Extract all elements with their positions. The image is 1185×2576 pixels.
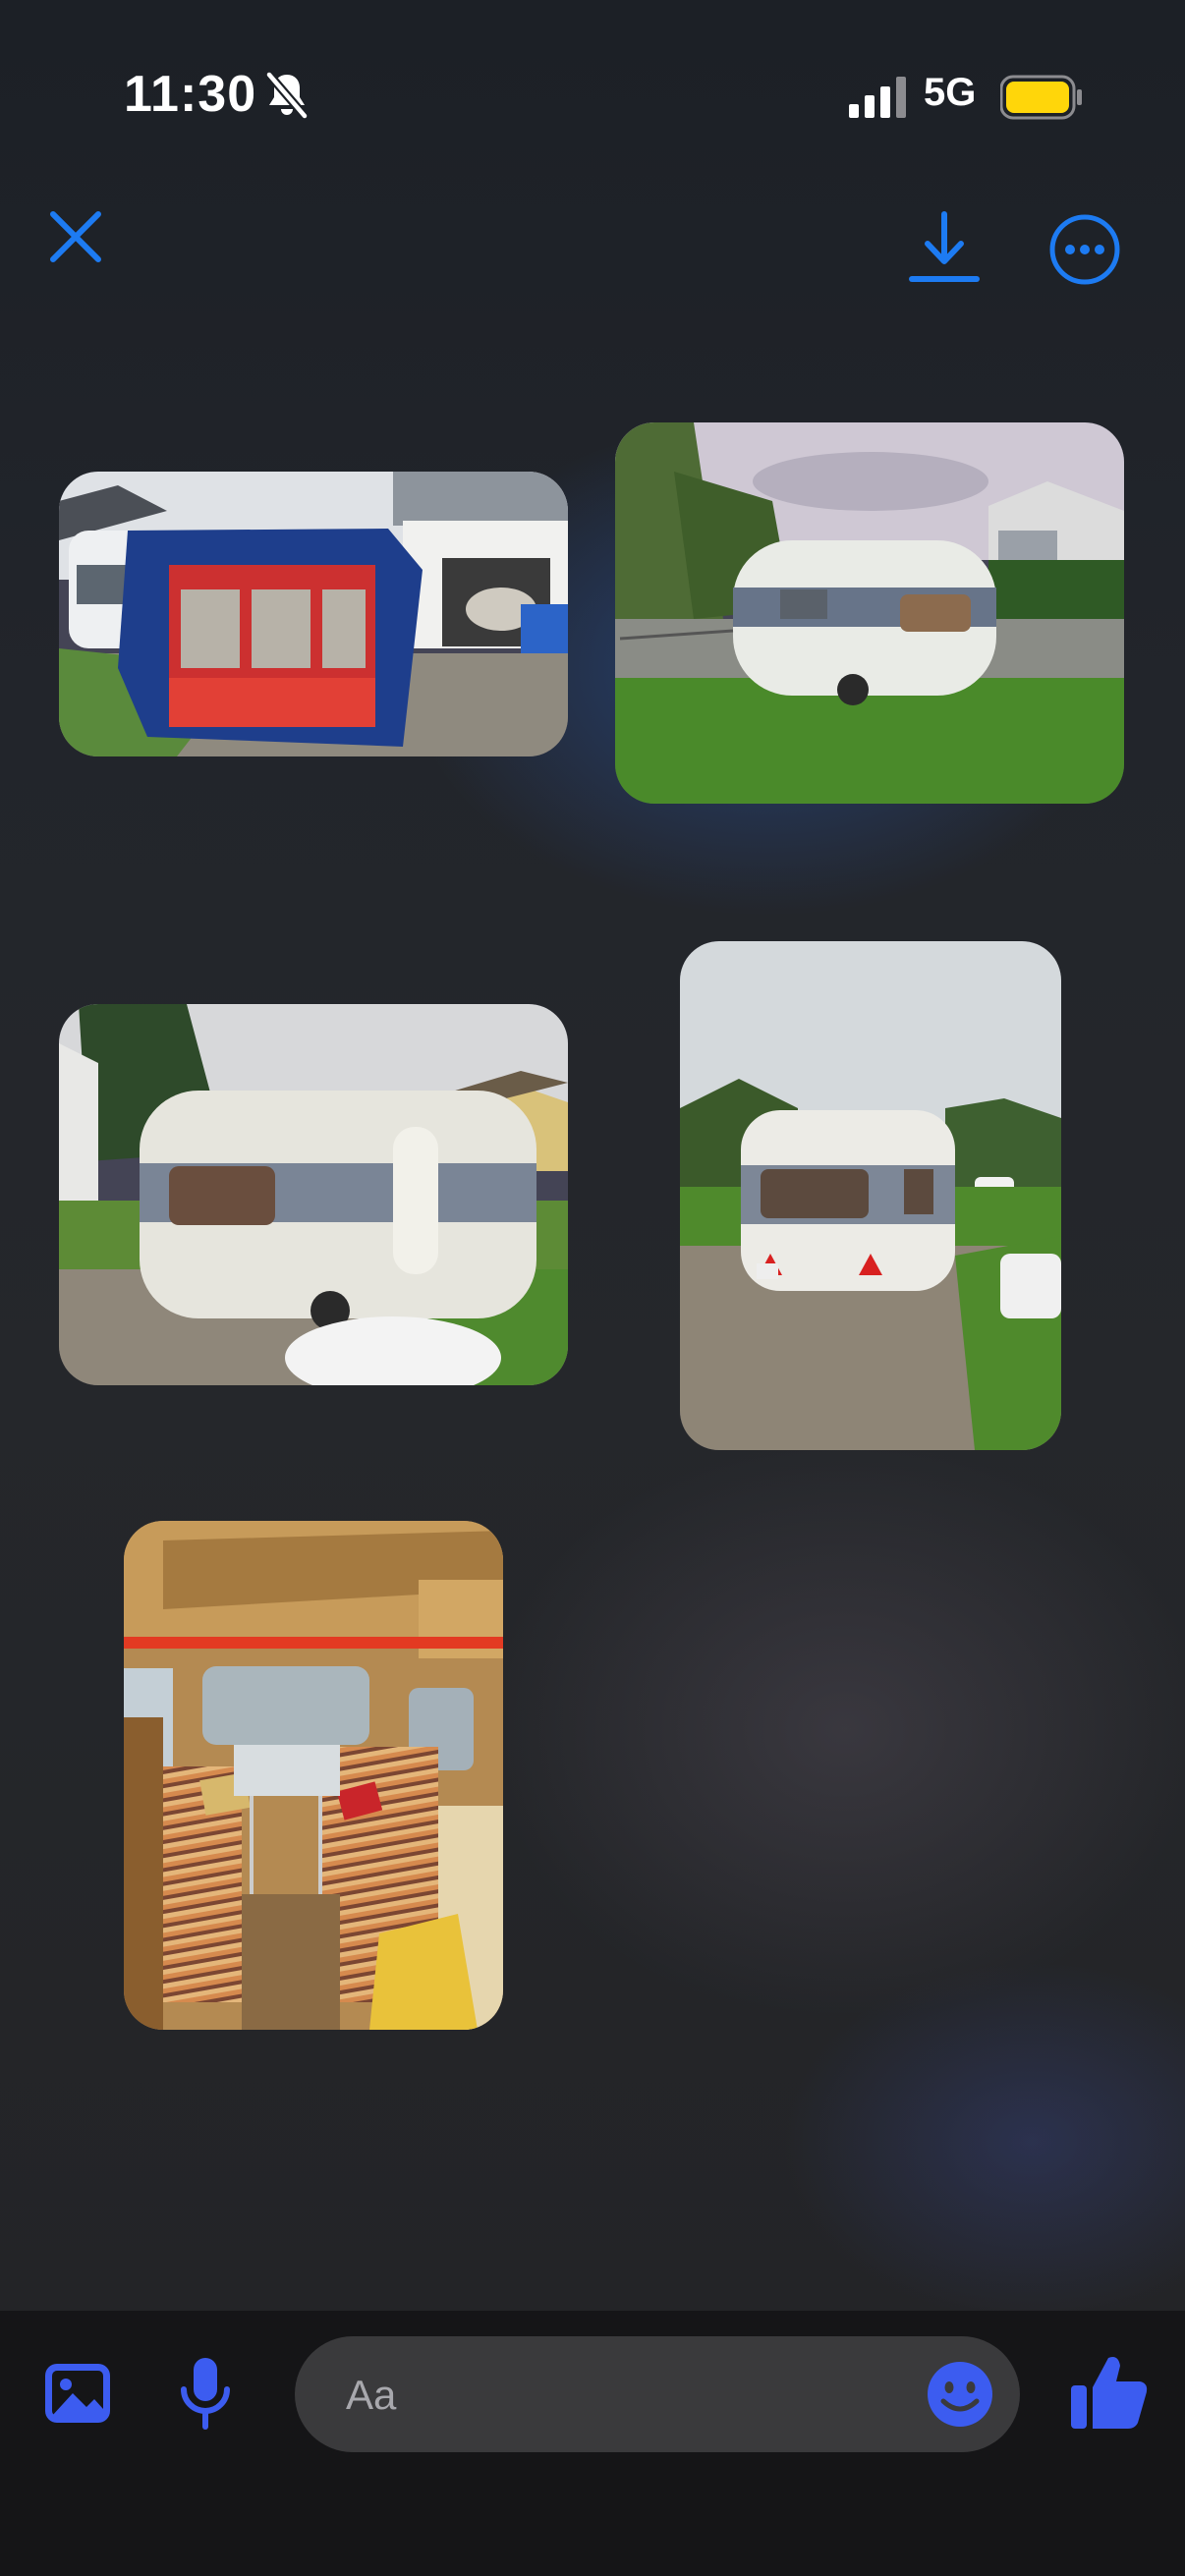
thumbs-up-icon	[1071, 2357, 1148, 2429]
message-field[interactable]	[295, 2336, 1020, 2452]
caravan-rear-photo[interactable]	[59, 1004, 568, 1385]
message-input[interactable]	[344, 2364, 898, 2427]
thumbs-up-button[interactable]	[1069, 2352, 1150, 2433]
gallery-icon	[45, 2364, 110, 2423]
caravan-side-photo[interactable]	[615, 422, 1124, 804]
caravan-back-photo[interactable]	[680, 941, 1061, 1450]
emoji-button[interactable]	[926, 2360, 994, 2429]
download-icon	[909, 211, 980, 282]
microphone-button[interactable]	[177, 2356, 234, 2431]
bell-slash-icon	[265, 72, 309, 119]
battery-icon	[1000, 75, 1082, 120]
emoji-icon	[928, 2362, 992, 2427]
more-options-icon	[1049, 214, 1120, 285]
close-button[interactable]	[47, 208, 104, 265]
close-icon	[50, 211, 101, 262]
caravan-interior-photo[interactable]	[124, 1521, 503, 2030]
signal-bars-icon	[849, 77, 906, 118]
gallery-button[interactable]	[43, 2362, 112, 2425]
status-bar: 11:30 5G	[0, 0, 1185, 196]
caravan-with-awning-photo[interactable]	[59, 472, 568, 756]
more-options-button[interactable]	[1047, 212, 1122, 287]
microphone-icon	[181, 2358, 230, 2430]
network-type: 5G	[924, 71, 977, 114]
download-button[interactable]	[908, 210, 981, 285]
status-time: 11:30	[124, 66, 257, 123]
